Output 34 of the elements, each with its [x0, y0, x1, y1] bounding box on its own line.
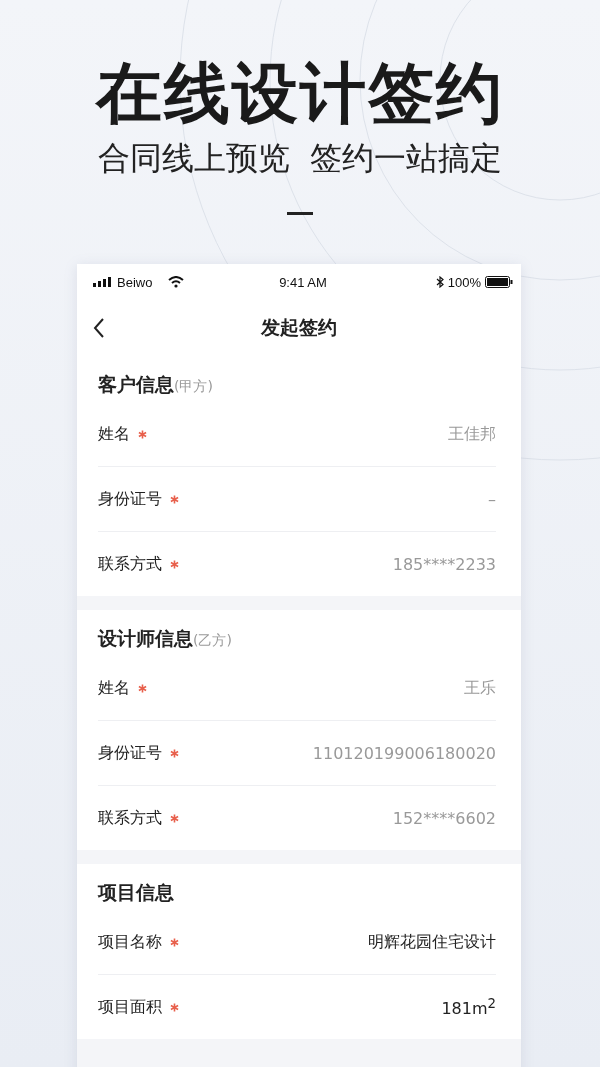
field-label: 联系方式 — [98, 553, 162, 575]
field-value: 110120199006180020 — [312, 743, 496, 763]
field-label: 姓名 — [98, 423, 130, 445]
field-label: 身份证号 — [98, 488, 162, 510]
field-value: 王佳邦 — [448, 423, 496, 445]
field-label: 姓名 — [98, 677, 130, 699]
field-value: – — [488, 489, 496, 509]
status-time: 9:41 AM — [279, 274, 327, 290]
subtitle: 合同线上预览 签约一站搞定 — [97, 138, 503, 179]
headline: 在线设计签约 — [96, 54, 504, 134]
section-title: 客户信息 — [98, 372, 174, 397]
chevron-left-icon — [93, 318, 105, 338]
field-value: 181m$^{2}$ — [441, 995, 496, 1019]
bluetooth-icon — [435, 276, 444, 288]
field-value: 王乐 — [464, 677, 496, 699]
back-button[interactable] — [91, 316, 107, 340]
field-value: 185****2233 — [392, 554, 496, 574]
wifi-icon — [168, 276, 185, 288]
dash-mark — [287, 212, 313, 215]
field-label: 联系方式 — [98, 807, 162, 829]
carrier-name: Beiwo — [117, 274, 153, 290]
battery-icon — [485, 276, 513, 288]
battery-percent: 100% — [447, 274, 481, 290]
signal-icon — [93, 277, 113, 287]
section-note: (乙方) — [193, 632, 232, 650]
field-label: 身份证号 — [98, 742, 162, 764]
section-title: 设计师信息 — [98, 626, 193, 651]
field-value: 明辉花园住宅设计 — [368, 931, 496, 953]
field-value: 152****6602 — [392, 808, 496, 828]
page-title: 发起签约 — [261, 315, 337, 340]
field-label: 项目面积 — [98, 996, 162, 1018]
section-note: (甲方) — [174, 378, 213, 396]
field-label: 项目名称 — [98, 931, 162, 953]
section-title: 项目信息 — [98, 880, 174, 905]
